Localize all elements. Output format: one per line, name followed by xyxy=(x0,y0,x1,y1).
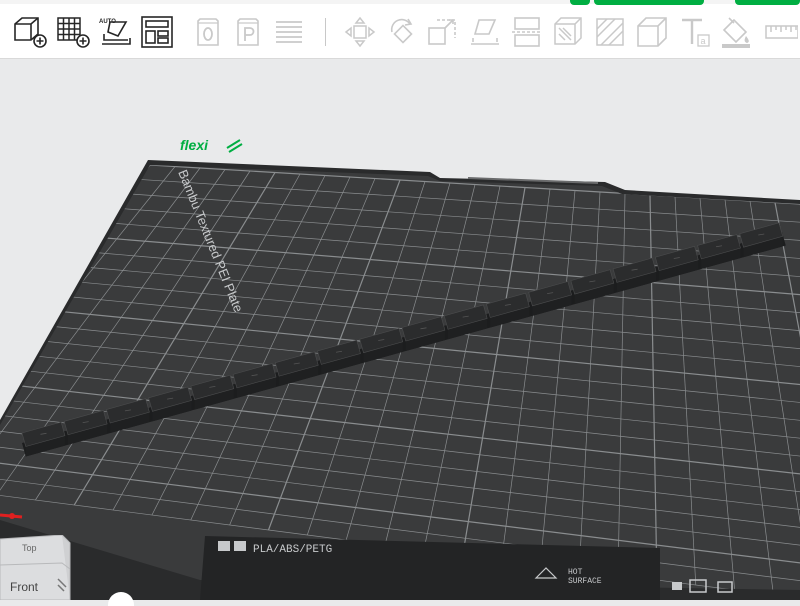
text-emboss-icon: a xyxy=(682,18,710,47)
build-plate[interactable]: Bambu Textured PEI Plate flexi PLA/ABS/P… xyxy=(0,59,800,600)
view-cube-front-label[interactable]: Front xyxy=(10,580,39,594)
text-tool-button[interactable]: a xyxy=(676,14,712,50)
scale-tool-button[interactable] xyxy=(425,14,461,50)
lay-on-face-button[interactable] xyxy=(467,14,503,50)
mesh-boolean-button[interactable] xyxy=(634,14,670,50)
cut-icon xyxy=(512,17,542,47)
auto-orient-button[interactable]: AUTO xyxy=(98,14,134,50)
slice-plate-button[interactable] xyxy=(190,14,226,50)
plate-icon-small xyxy=(672,582,682,590)
plate-icon-square xyxy=(234,541,246,551)
layers-icon xyxy=(276,21,302,43)
tab-indicator xyxy=(735,0,800,5)
support-paint-button[interactable] xyxy=(551,14,587,50)
scale-icon xyxy=(428,19,456,45)
svg-text:a: a xyxy=(701,36,706,46)
move-tool-button[interactable] xyxy=(342,14,378,50)
lay-on-face-icon xyxy=(471,19,499,45)
hot-label: HOT xyxy=(568,568,583,577)
3d-viewport[interactable]: Bambu Textured PEI Plate flexi PLA/ABS/P… xyxy=(0,59,800,606)
add-object-button[interactable] xyxy=(12,14,48,50)
surface-label: SURFACE xyxy=(568,577,602,586)
flexi-logo: flexi xyxy=(180,137,209,153)
seam-paint-icon xyxy=(596,18,624,46)
measure-button[interactable] xyxy=(762,14,798,50)
arrange-layout-icon xyxy=(141,16,173,48)
tab-indicator-active xyxy=(594,0,704,5)
layers-button[interactable] xyxy=(271,14,307,50)
color-paint-button[interactable] xyxy=(718,14,754,50)
paint-bucket-icon xyxy=(722,17,750,48)
cut-tool-button[interactable] xyxy=(509,14,545,50)
cube-plus-icon xyxy=(14,17,47,48)
origin-marker xyxy=(9,513,15,519)
add-plate-button[interactable] xyxy=(55,14,91,50)
plate-p-icon xyxy=(237,18,259,46)
arrange-button[interactable] xyxy=(139,14,175,50)
grid-plus-icon xyxy=(57,17,90,48)
auto-orient-icon: AUTO xyxy=(99,19,131,45)
rotate-icon xyxy=(390,18,413,44)
plate-icon-square xyxy=(218,541,230,551)
seam-paint-button[interactable] xyxy=(592,14,628,50)
preview-button[interactable] xyxy=(230,14,266,50)
tab-indicator xyxy=(570,0,590,5)
rotate-tool-button[interactable] xyxy=(384,14,420,50)
flexi-logo-mark xyxy=(226,139,243,153)
mesh-boolean-icon xyxy=(637,17,667,47)
plate-o-icon xyxy=(197,18,219,46)
toolbar-separator xyxy=(325,18,326,46)
support-paint-icon xyxy=(554,17,582,45)
move-arrows-icon xyxy=(344,16,376,48)
view-cube-top-label[interactable]: Top xyxy=(22,543,37,553)
view-cube[interactable]: Top Front xyxy=(0,535,80,600)
ruler-icon xyxy=(765,25,798,39)
plate-material-label: PLA/ABS/PETG xyxy=(253,544,332,556)
main-toolbar: AUTO a xyxy=(0,0,800,59)
